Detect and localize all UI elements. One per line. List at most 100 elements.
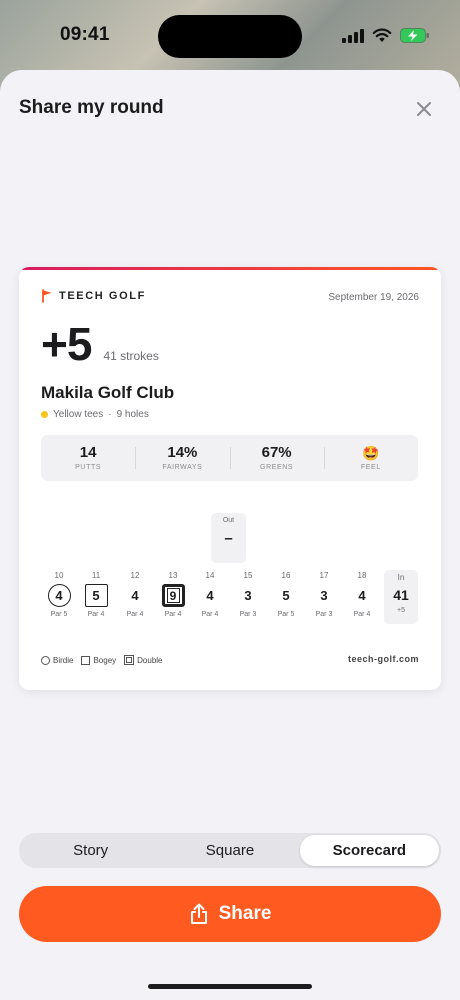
hole-18: 18 4 Par 4 bbox=[344, 570, 380, 618]
score-row: +5 41 strokes bbox=[41, 321, 159, 367]
share-button[interactable]: Share bbox=[19, 886, 441, 942]
status-icons bbox=[342, 27, 430, 43]
legend-label: Birdie bbox=[53, 655, 74, 665]
brand-name: TEECH GOLF bbox=[59, 290, 146, 302]
stats-bar: 14 PUTTS 14% FAIRWAYS 67% GREENS 🤩 FEEL bbox=[41, 435, 418, 481]
stat-value: 14 bbox=[79, 444, 97, 461]
wifi-icon bbox=[372, 28, 392, 42]
hole-score-value: 9 bbox=[166, 588, 180, 603]
home-indicator[interactable] bbox=[148, 984, 312, 989]
round-details: Yellow tees · 9 holes bbox=[41, 409, 149, 420]
feel-emoji-icon: 🤩 bbox=[362, 444, 380, 461]
legend-bogey: Bogey bbox=[81, 655, 117, 665]
stat-label: FAIRWAYS bbox=[162, 464, 203, 471]
hole-number: 18 bbox=[357, 571, 367, 580]
scorecard-preview: TEECH GOLF September 19, 2026 +5 41 stro… bbox=[19, 267, 441, 690]
hole-number: 17 bbox=[319, 571, 329, 580]
hole-number: 15 bbox=[243, 571, 253, 580]
hole-score: 4 bbox=[358, 588, 366, 603]
holes-count: 9 holes bbox=[116, 409, 149, 420]
hole-par: Par 4 bbox=[87, 611, 105, 618]
stat-label: FEEL bbox=[360, 463, 381, 471]
hole-number: 12 bbox=[130, 571, 140, 580]
close-icon bbox=[417, 102, 431, 116]
hole-par: Par 3 bbox=[239, 611, 257, 618]
tab-square[interactable]: Square bbox=[160, 835, 299, 866]
dynamic-island bbox=[158, 15, 302, 58]
club-name: Makila Golf Club bbox=[41, 383, 175, 402]
in-value: 41 bbox=[393, 587, 409, 603]
in-label: In bbox=[397, 573, 405, 582]
hole-number: 10 bbox=[54, 571, 64, 580]
legend-birdie: Birdie bbox=[41, 655, 74, 665]
in-total: In 41 +5 bbox=[384, 570, 418, 624]
hole-17: 17 3 Par 3 bbox=[306, 570, 342, 618]
sheet-title: Share my round bbox=[19, 97, 164, 118]
legend-label: Double bbox=[137, 655, 163, 665]
website-label: teech-golf.com bbox=[347, 654, 419, 664]
tees-label: Yellow tees bbox=[53, 409, 104, 420]
legend-double: Double bbox=[124, 655, 163, 665]
separator-dot: · bbox=[108, 409, 112, 420]
hole-number: 11 bbox=[91, 571, 101, 580]
holes-row: 10 4 Par 5 11 5 Par 4 12 4 Par 4 13 9 Pa… bbox=[41, 570, 419, 626]
hole-number: 14 bbox=[205, 571, 215, 580]
hole-11: 11 5 Par 4 bbox=[78, 570, 114, 618]
tee-color-dot bbox=[41, 411, 48, 418]
hole-15: 15 3 Par 3 bbox=[230, 570, 266, 618]
square-icon bbox=[81, 655, 91, 665]
stat-label: PUTTS bbox=[75, 464, 102, 471]
score-to-par: +5 bbox=[41, 318, 92, 370]
circle-icon bbox=[41, 655, 50, 665]
share-sheet: Share my round TEECH GOLF September 19, … bbox=[0, 70, 460, 1000]
out-total: Out – bbox=[211, 513, 246, 563]
hole-par: Par 4 bbox=[164, 611, 182, 618]
hole-score: 4 bbox=[206, 588, 214, 603]
hole-par: Par 5 bbox=[277, 611, 295, 618]
in-relative-score: +5 bbox=[397, 607, 405, 614]
hole-score: 4 bbox=[47, 584, 71, 607]
double-square-icon bbox=[124, 655, 135, 665]
out-label: Out bbox=[222, 517, 235, 524]
hole-score: 4 bbox=[131, 588, 139, 603]
status-time: 09:41 bbox=[60, 24, 110, 45]
hole-score: 5 bbox=[84, 584, 108, 607]
stat-label: GREENS bbox=[260, 464, 294, 471]
hole-12: 12 4 Par 4 bbox=[117, 570, 153, 618]
hole-par: Par 3 bbox=[315, 611, 333, 618]
hole-number: 16 bbox=[281, 571, 291, 580]
hole-score: 3 bbox=[320, 588, 328, 603]
battery-charging-icon bbox=[400, 27, 429, 43]
stat-value: 67% bbox=[261, 444, 292, 461]
stat-putts: 14 PUTTS bbox=[41, 435, 135, 481]
cellular-signal-icon bbox=[342, 27, 364, 43]
round-date: September 19, 2026 bbox=[328, 292, 419, 303]
legend-label: Bogey bbox=[93, 655, 117, 665]
hole-score: 3 bbox=[244, 588, 252, 603]
hole-score: 9 bbox=[161, 584, 185, 607]
hole-10: 10 4 Par 5 bbox=[41, 570, 77, 618]
format-selector: Story Square Scorecard bbox=[19, 833, 441, 868]
hole-par: Par 4 bbox=[353, 611, 371, 618]
tab-story[interactable]: Story bbox=[21, 835, 160, 866]
hole-16: 16 5 Par 5 bbox=[268, 570, 304, 618]
hole-number: 13 bbox=[168, 571, 178, 580]
share-icon bbox=[190, 903, 207, 924]
out-value: – bbox=[224, 530, 233, 547]
brand: TEECH GOLF bbox=[41, 289, 146, 303]
total-strokes: 41 strokes bbox=[103, 349, 159, 363]
stat-greens: 67% GREENS bbox=[229, 435, 324, 481]
stat-value: 14% bbox=[167, 444, 198, 461]
stat-feel: 🤩 FEEL bbox=[323, 435, 418, 481]
close-button[interactable] bbox=[410, 95, 438, 123]
hole-13: 13 9 Par 4 bbox=[155, 570, 191, 618]
hole-par: Par 5 bbox=[50, 611, 68, 618]
share-button-label: Share bbox=[218, 903, 272, 924]
card-accent-bar bbox=[19, 267, 441, 270]
hole-score: 5 bbox=[282, 588, 290, 603]
hole-par: Par 4 bbox=[201, 611, 219, 618]
score-legend: Birdie Bogey Double bbox=[41, 655, 163, 665]
hole-par: Par 4 bbox=[126, 611, 144, 618]
stat-fairways: 14% FAIRWAYS bbox=[135, 435, 229, 481]
tab-scorecard[interactable]: Scorecard bbox=[299, 835, 439, 866]
